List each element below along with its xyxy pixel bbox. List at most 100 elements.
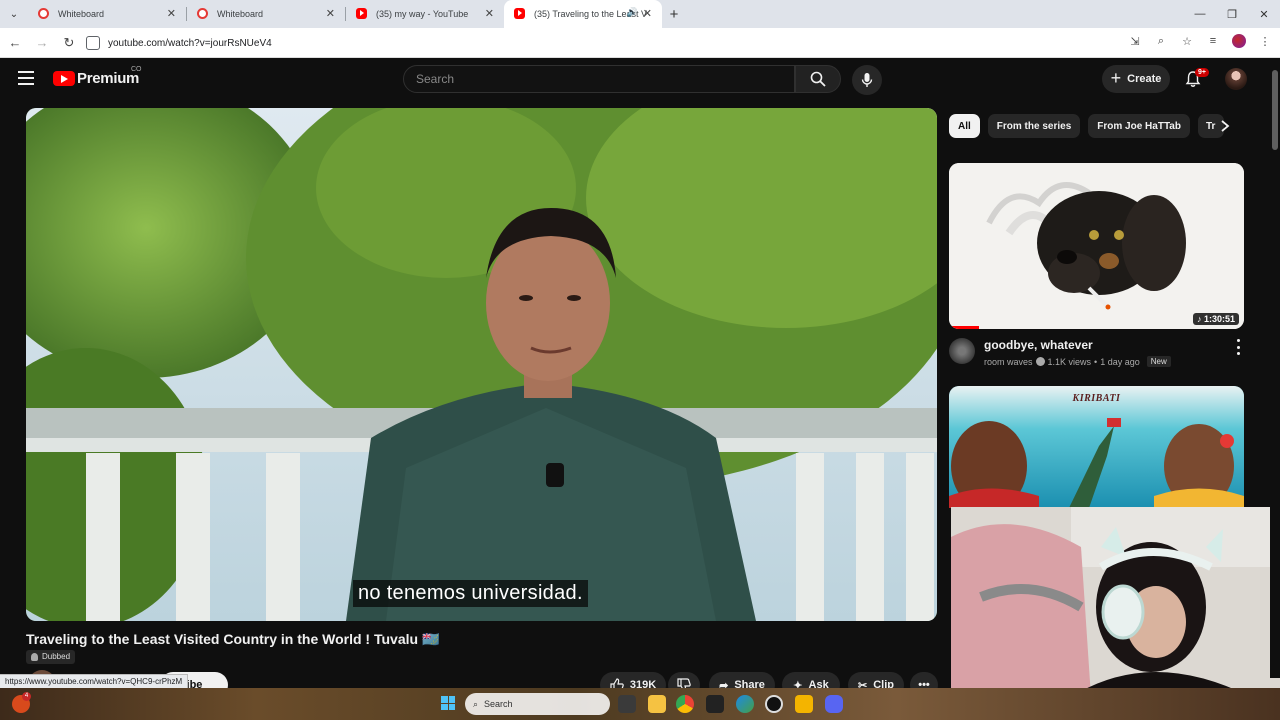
windows-start-icon[interactable] [441,696,455,710]
tab-close-icon[interactable]: ✕ [326,7,335,20]
page-scrollbar[interactable] [1270,58,1280,678]
taskbar-search-placeholder: Search [484,699,513,709]
whiteboard-favicon-icon [197,8,208,19]
browser-menu-icon[interactable]: ⋮ [1258,35,1272,48]
scrollbar-thumb[interactable] [1272,70,1278,150]
dog-illustration-image [949,163,1244,329]
restore-icon[interactable]: ❐ [1216,8,1248,21]
toolbar-actions: ⇲ ⌕ ☆ ≡ ⋮ [1128,34,1272,48]
browser-toolbar: ← → ↻ youtube.com/watch?v=jourRsNUeV4 ⇲ … [0,28,1280,58]
address-bar[interactable]: youtube.com/watch?v=jourRsNUeV4 [80,31,1200,55]
youtube-favicon-icon [356,8,367,19]
chips-next-button[interactable] [1214,116,1236,136]
back-arrow-icon[interactable]: ← [3,35,27,50]
discord-icon[interactable] [825,695,843,713]
windows-taskbar: 4 ⌕ Search [0,688,1280,720]
video-subtitle: no tenemos universidad. [353,580,588,607]
youtube-premium-logo[interactable]: Premium CO [53,66,142,87]
edge-icon[interactable] [736,695,754,713]
tab-close-icon[interactable]: ✕ [167,7,176,20]
tab-close-icon[interactable]: ✕ [643,7,652,20]
tab-title: (35) my way - YouTube [376,9,469,19]
url-text[interactable]: youtube.com/watch?v=jourRsNUeV4 [108,38,272,49]
browser-tab[interactable]: Whiteboard ✕ [28,0,186,28]
notification-count-badge: 9+ [1195,68,1209,77]
dubbed-badge: Dubbed [26,650,76,664]
duration-text: 1:30:51 [1203,314,1235,324]
browser-tab[interactable]: Whiteboard ✕ [187,0,345,28]
kiribati-thumbnail-image [949,386,1244,508]
account-avatar[interactable] [1225,68,1247,90]
search-input[interactable]: Search [403,65,795,93]
file-explorer-icon[interactable] [648,695,666,713]
chip-all[interactable]: All [949,114,980,138]
terminal-icon[interactable] [706,695,724,713]
chip-from-the-series[interactable]: From the series [987,114,1081,138]
search-icon [810,71,826,87]
menu-hamburger-icon[interactable] [18,71,34,85]
forward-arrow-icon[interactable]: → [30,35,54,50]
task-view-icon[interactable] [618,695,636,713]
microphone-icon [861,73,873,87]
filter-chips: All From the series From Joe HaTTab Tr [949,114,1224,138]
chevron-right-icon [1221,120,1230,132]
profile-avatar-icon[interactable] [1232,34,1246,48]
youtube-favicon-icon [514,8,525,19]
watch-progress-bar [949,326,979,329]
verified-icon [1035,357,1045,366]
logo-text: Premium [77,70,140,87]
audio-playing-icon[interactable]: 🔊 [627,7,638,18]
video-title: Traveling to the Least Visited Country i… [26,631,440,647]
link-hover-status: https://www.youtube.com/watch?v=QHC9-crP… [0,674,189,689]
music-note-icon: ♪ [1196,314,1202,324]
create-label: Create [1127,73,1162,85]
voice-search-button[interactable] [852,65,882,95]
video-frame-image [26,108,937,621]
meta-dot: • [1094,356,1098,367]
bookmark-star-icon[interactable]: ☆ [1180,35,1194,48]
window-close-icon[interactable]: ✕ [1248,8,1280,21]
recommendation-thumbnail[interactable]: KIRIBATI [949,386,1244,508]
minimize-icon[interactable]: — [1184,8,1216,20]
view-count: 1.1K views [1047,356,1092,367]
chip-from-channel[interactable]: From Joe HaTTab [1088,114,1190,138]
tab-search-chevron-icon[interactable]: ⌄ [0,9,28,20]
more-vertical-icon[interactable] [1234,339,1242,355]
taskbar-search-input[interactable]: ⌕ Search [465,693,610,715]
tab-title: Whiteboard [58,9,105,19]
chrome-icon[interactable] [676,695,694,713]
webcam-overlay [951,507,1280,697]
create-button[interactable]: + Create [1102,65,1170,93]
obs-icon[interactable] [765,695,783,713]
streamer-webcam-image [951,507,1280,697]
channel-name[interactable]: room waves [984,357,1033,367]
reload-icon[interactable]: ↻ [57,35,81,51]
app-icon[interactable] [795,695,813,713]
site-info-icon[interactable] [86,36,100,50]
search-placeholder: Search [416,72,455,86]
youtube-header: Premium CO Search + Create 9+ [0,58,1270,100]
video-player[interactable]: no tenemos universidad. [26,108,937,621]
whiteboard-favicon-icon [38,8,49,19]
media-control-icon[interactable]: ≡ [1206,35,1220,47]
channel-avatar[interactable] [949,338,975,364]
search-button[interactable] [795,65,841,93]
recommendation-thumbnail[interactable]: ♪ 1:30:51 [949,163,1244,329]
widget-badge: 4 [22,692,31,701]
search-icon: ⌕ [473,698,479,709]
zoom-icon[interactable]: ⌕ [1154,35,1168,48]
browser-tab[interactable]: (35) my way - YouTube ✕ [346,0,504,28]
tab-title: Whiteboard [217,9,264,19]
new-tab-button[interactable]: + [662,6,686,23]
recommendation-title[interactable]: goodbye, whatever [984,338,1093,352]
plus-icon: + [1110,67,1122,88]
install-app-icon[interactable]: ⇲ [1128,35,1142,48]
youtube-logo-icon [53,71,75,86]
upload-age: 1 day ago [1100,356,1140,367]
recommendation-meta: room waves 1.1K views • 1 day ago New [984,356,1171,367]
logo-country-code: CO [131,66,142,73]
window-controls: — ❐ ✕ [1184,0,1280,28]
tab-close-icon[interactable]: ✕ [485,7,494,20]
thumbnail-caption: KIRIBATI [1072,393,1121,404]
browser-tab-active[interactable]: (35) Traveling to the Least V 🔊 ✕ [504,0,662,28]
